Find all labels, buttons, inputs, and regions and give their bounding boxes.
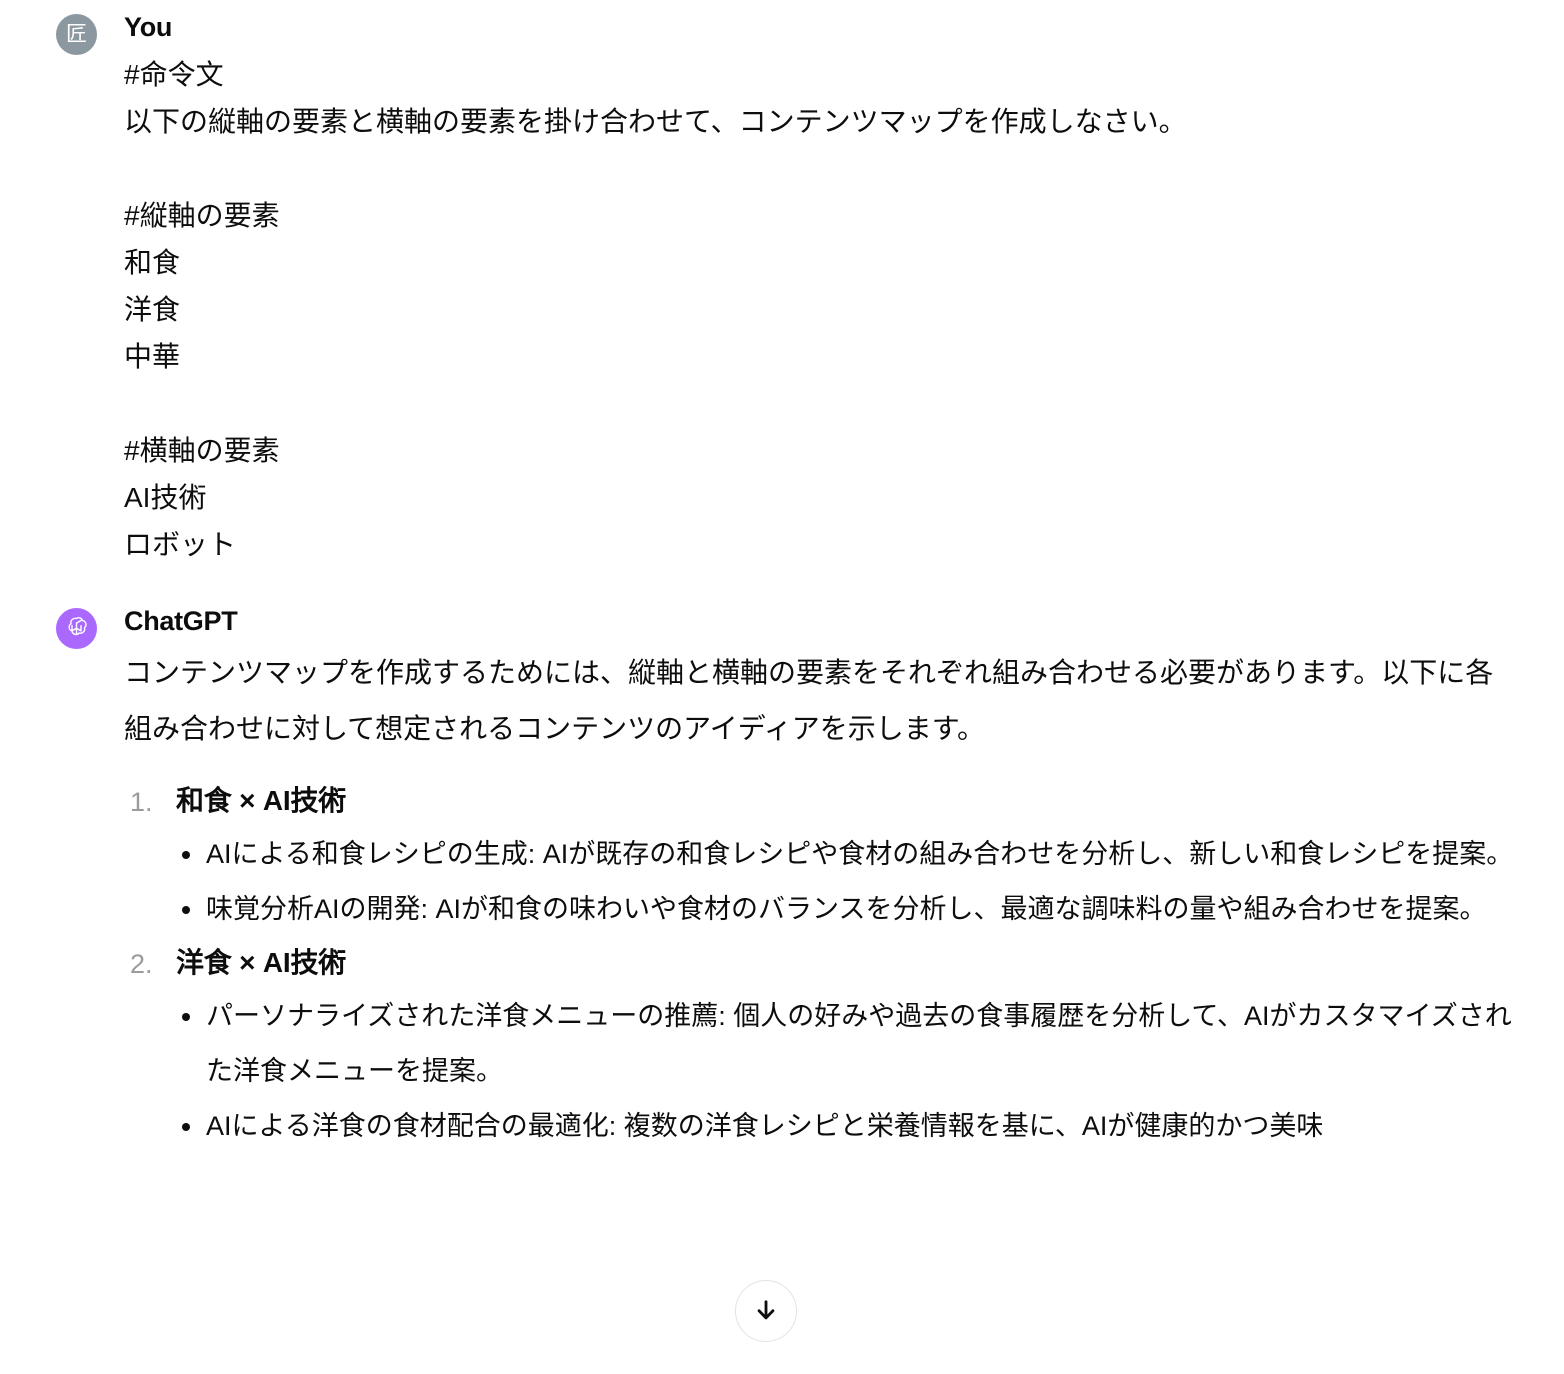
answer-item-title: 洋食 × AI技術 xyxy=(176,947,347,979)
list-item: AIによる和食レシピの生成: AIが既存の和食レシピや食材の組み合わせを分析し、… xyxy=(176,827,1524,882)
assistant-message-body: ChatGPT コンテンツマップを作成するためには、縦軸と横軸の要素をそれぞれ組… xyxy=(124,606,1564,1180)
user-message-body: You #命令文 以下の縦軸の要素と横軸の要素を掛け合わせて、コンテンツマップを… xyxy=(124,12,1564,568)
answer-item-bullets: パーソナライズされた洋食メニューの推薦: 個人の好みや過去の食事履歴を分析して、… xyxy=(176,989,1524,1154)
answer-item: 和食 × AI技術 AIによる和食レシピの生成: AIが既存の和食レシピや食材の… xyxy=(124,781,1524,937)
avatar-glyph: 匠 xyxy=(66,22,87,46)
answer-ordered-list: 和食 × AI技術 AIによる和食レシピの生成: AIが既存の和食レシピや食材の… xyxy=(124,781,1524,1154)
user-message-text: #命令文 以下の縦軸の要素と横軸の要素を掛け合わせて、コンテンツマップを作成しな… xyxy=(124,59,1187,561)
bottom-spacer xyxy=(124,1160,1524,1180)
list-item: パーソナライズされた洋食メニューの推薦: 個人の好みや過去の食事履歴を分析して、… xyxy=(176,989,1524,1099)
message-author-assistant: ChatGPT xyxy=(124,606,238,637)
arrow-down-icon xyxy=(753,1298,779,1324)
assistant-intro-paragraph: コンテンツマップを作成するためには、縦軸と横軸の要素をそれぞれ組み合わせる必要が… xyxy=(124,657,1494,745)
answer-item-title: 和食 × AI技術 xyxy=(176,785,347,817)
message-assistant: ChatGPT コンテンツマップを作成するためには、縦軸と横軸の要素をそれぞれ組… xyxy=(0,606,1564,1180)
openai-logo-icon xyxy=(56,608,97,650)
message-author-user: You xyxy=(124,12,173,42)
user-avatar-kanji: 匠 xyxy=(56,14,97,55)
answer-item-bullets: AIによる和食レシピの生成: AIが既存の和食レシピや食材の組み合わせを分析し、… xyxy=(176,827,1524,937)
conversation-thread: 匠 You #命令文 以下の縦軸の要素と横軸の要素を掛け合わせて、コンテンツマッ… xyxy=(0,12,1564,1342)
assistant-avatar-column xyxy=(0,606,124,650)
message-user: 匠 You #命令文 以下の縦軸の要素と横軸の要素を掛け合わせて、コンテンツマッ… xyxy=(0,12,1564,568)
list-item: 味覚分析AIの開発: AIが和食の味わいや食材のバランスを分析し、最適な調味料の… xyxy=(176,882,1524,937)
user-avatar-column: 匠 xyxy=(0,12,124,55)
list-item: AIによる洋食の食材配合の最適化: 複数の洋食レシピと栄養情報を基に、AIが健康… xyxy=(176,1099,1524,1154)
answer-item: 洋食 × AI技術 パーソナライズされた洋食メニューの推薦: 個人の好みや過去の… xyxy=(124,943,1524,1154)
scroll-to-bottom-button[interactable] xyxy=(735,1280,797,1342)
